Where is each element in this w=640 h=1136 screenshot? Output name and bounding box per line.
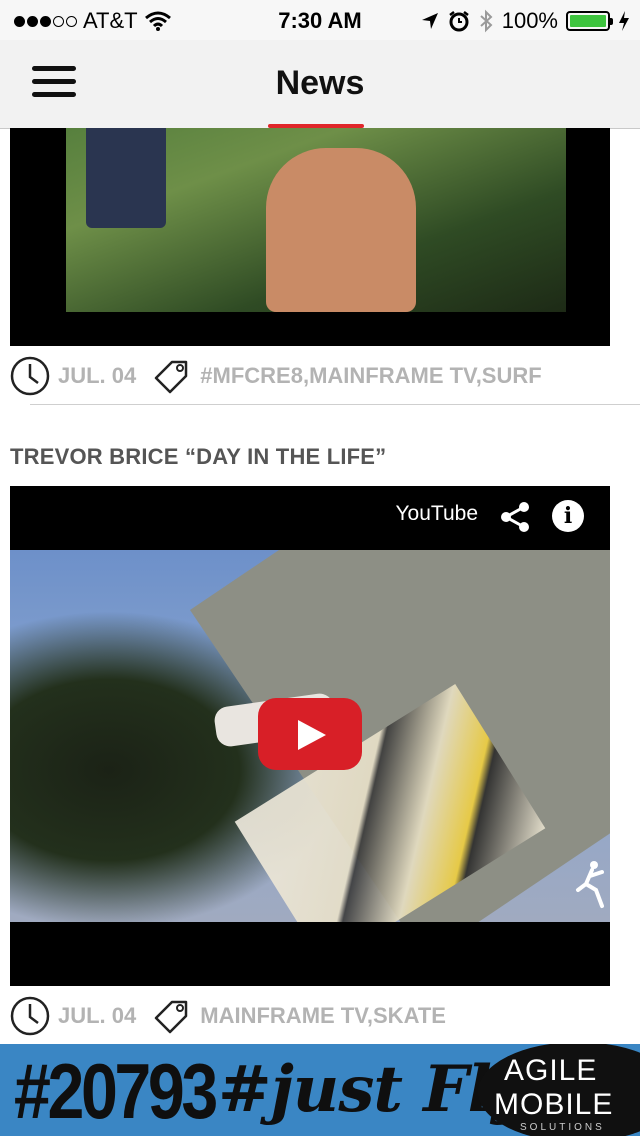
clock-icon — [10, 996, 50, 1036]
post-tags[interactable]: #MFCRE8,MAINFRAME TV,SURF — [200, 363, 541, 389]
charging-bolt-icon — [619, 11, 629, 31]
jumpman-logo-icon — [576, 861, 604, 908]
share-icon[interactable] — [498, 500, 532, 534]
bluetooth-icon — [480, 9, 493, 33]
ad-zip-text: #20793 — [14, 1047, 218, 1135]
tag-icon — [155, 360, 188, 394]
ad-banner[interactable]: #20793 #just Fly AGILE MOBILE SOLUTIONS — [0, 1044, 640, 1136]
post-title[interactable]: TREVOR BRICE “DAY IN THE LIFE” — [10, 444, 386, 470]
navigation-bar: News — [0, 40, 640, 129]
youtube-top-bar: YouTube i — [10, 486, 610, 550]
post-video-thumbnail[interactable] — [10, 128, 610, 346]
youtube-label[interactable]: YouTube — [395, 502, 478, 526]
post-meta: JUL. 04 #MFCRE8,MAINFRAME TV,SURF — [10, 356, 542, 396]
clock-icon — [10, 356, 50, 396]
tag-icon — [155, 1000, 188, 1034]
battery-level — [570, 15, 606, 27]
location-arrow-icon — [421, 13, 438, 29]
battery-icon — [566, 11, 613, 31]
page-title: News — [275, 64, 365, 102]
logo-text-line: SOLUTIONS — [520, 1122, 605, 1133]
video-figure — [266, 148, 416, 312]
post-divider — [30, 404, 640, 405]
play-button[interactable] — [258, 698, 362, 770]
battery-percent: 100% — [501, 8, 558, 33]
news-feed[interactable]: JUL. 04 #MFCRE8,MAINFRAME TV,SURF TREVOR… — [0, 128, 640, 1044]
video-frame — [66, 128, 566, 312]
video-figure — [86, 128, 166, 228]
logo-text-line: MOBILE — [494, 1088, 614, 1121]
post-tags[interactable]: MAINFRAME TV,SKATE — [200, 1003, 446, 1029]
post-meta: JUL. 04 MAINFRAME TV,SKATE — [10, 996, 446, 1036]
video-thumbnail — [10, 550, 610, 922]
youtube-video-player[interactable]: YouTube i — [10, 486, 610, 986]
alarm-clock-icon — [448, 11, 469, 32]
status-right: 100% — [420, 8, 630, 34]
info-icon[interactable]: i — [552, 500, 584, 532]
video-letterbox — [10, 922, 610, 986]
logo-text-line: AGILE — [504, 1054, 598, 1087]
post-date: JUL. 04 — [58, 363, 137, 388]
status-bar: AT&T 7:30 AM 100% — [0, 0, 640, 40]
post-date: JUL. 04 — [58, 1003, 137, 1028]
